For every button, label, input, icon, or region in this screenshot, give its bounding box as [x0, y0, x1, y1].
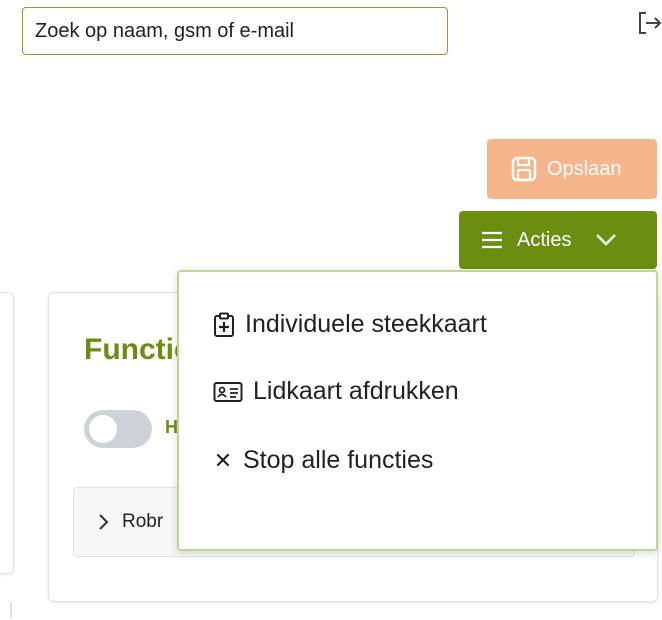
- row-label: Robr: [122, 511, 164, 532]
- save-button[interactable]: Opslaan: [487, 139, 657, 199]
- actions-button-label: Acties: [517, 228, 572, 251]
- chevron-down-icon: [595, 233, 617, 247]
- id-card-icon: [213, 381, 243, 402]
- menu-item-label: Lidkaart afdrukken: [253, 377, 459, 405]
- toggle-switch[interactable]: [84, 410, 152, 448]
- menu-icon: [482, 231, 502, 249]
- floppy-disk-icon: [511, 156, 537, 182]
- toggle-knob: [89, 415, 117, 443]
- menu-item-label: Stop alle functies: [243, 446, 434, 474]
- menu-item-individual-record[interactable]: Individuele steekkaart: [213, 310, 487, 339]
- actions-dropdown-menu: Individuele steekkaart Lidkaart afdrukke…: [177, 270, 658, 551]
- menu-item-stop-all-functions[interactable]: ✕ Stop alle functies: [213, 446, 434, 475]
- left-card: [0, 292, 14, 574]
- x-icon: ✕: [213, 447, 233, 473]
- logout-icon[interactable]: [636, 10, 662, 36]
- chevron-right-icon: [98, 513, 110, 531]
- menu-item-label: Individuele steekkaart: [245, 310, 487, 338]
- divider: [10, 602, 16, 618]
- actions-button[interactable]: Acties: [459, 211, 657, 269]
- menu-item-print-membership-card[interactable]: Lidkaart afdrukken: [213, 377, 459, 406]
- search-input[interactable]: [22, 7, 448, 55]
- save-button-label: Opslaan: [547, 157, 622, 180]
- clipboard-plus-icon: [214, 312, 234, 337]
